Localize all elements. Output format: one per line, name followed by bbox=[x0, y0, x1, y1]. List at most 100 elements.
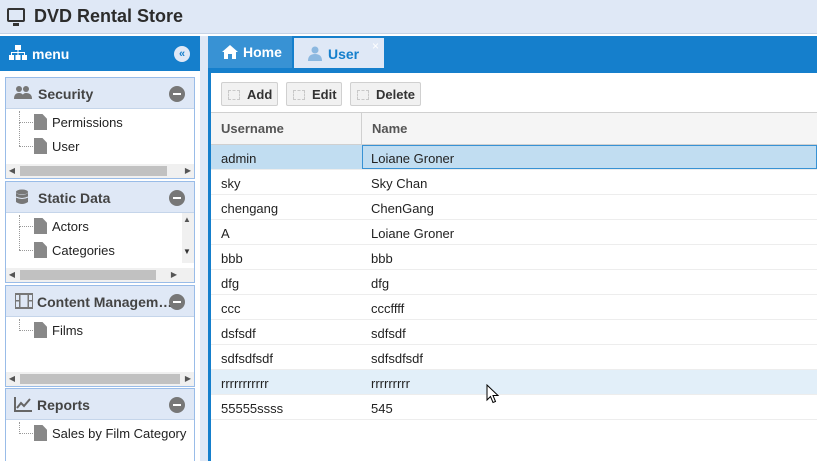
tab-body: Add Edit Delete Username Name admin Loian… bbox=[208, 68, 817, 461]
accordion-reports: Reports Sales by Film Category bbox=[5, 388, 195, 461]
cell-username: rrrrrrrrrrr bbox=[221, 376, 269, 391]
cell-name: bbb bbox=[371, 251, 393, 266]
sitemap-icon bbox=[9, 45, 27, 60]
horizontal-scrollbar[interactable]: ◀ ▶ bbox=[6, 164, 194, 178]
scroll-thumb[interactable] bbox=[20, 166, 167, 176]
table-row[interactable]: sky Sky Chan bbox=[211, 170, 817, 195]
tab-user[interactable]: User × bbox=[294, 36, 384, 68]
table-row[interactable]: rrrrrrrrrrr rrrrrrrrr bbox=[211, 370, 817, 395]
tab-label: Home bbox=[243, 44, 282, 60]
table-row[interactable]: 55555ssss 545 bbox=[211, 395, 817, 420]
scroll-left-icon[interactable]: ◀ bbox=[6, 164, 18, 178]
accordion-title: Security bbox=[38, 86, 94, 102]
cell-name: sdfsdfsdf bbox=[371, 351, 424, 366]
button-label: Delete bbox=[376, 87, 416, 102]
collapse-section-icon[interactable] bbox=[169, 397, 185, 413]
tab-home[interactable]: Home bbox=[208, 36, 292, 68]
tree-item-categories[interactable]: Categories bbox=[6, 227, 186, 261]
collapse-section-icon[interactable] bbox=[169, 190, 185, 206]
delete-button[interactable]: Delete bbox=[350, 82, 421, 106]
title-bar: DVD Rental Store bbox=[0, 0, 817, 34]
cell-username: ccc bbox=[221, 301, 241, 316]
collapse-section-icon[interactable] bbox=[169, 86, 185, 102]
button-label: Add bbox=[247, 87, 273, 102]
table-row[interactable]: bbb bbb bbox=[211, 245, 817, 270]
table-row[interactable]: dsfsdf sdfsdf bbox=[211, 320, 817, 345]
cell-username: bbb bbox=[221, 251, 243, 266]
collapse-menu-button[interactable]: « bbox=[174, 46, 190, 62]
tree-item-user[interactable]: User bbox=[6, 123, 186, 157]
film-icon bbox=[15, 293, 33, 309]
scroll-up-icon[interactable]: ▲ bbox=[183, 215, 191, 224]
column-header-username[interactable]: Username bbox=[211, 113, 362, 145]
table-row[interactable]: sdfsdfsdf sdfsdfsdf bbox=[211, 345, 817, 370]
scroll-down-icon[interactable]: ▼ bbox=[183, 247, 191, 256]
cell-name: ChenGang bbox=[371, 201, 434, 216]
tree-item-permissions[interactable]: Permissions bbox=[6, 111, 186, 133]
tree-item-films[interactable]: Films bbox=[6, 319, 186, 341]
accordion-header-static-data[interactable]: Static Data bbox=[6, 182, 194, 213]
table-row[interactable]: A Loiane Groner bbox=[211, 220, 817, 245]
vertical-scrollbar[interactable]: ▲ ▼ bbox=[182, 213, 194, 263]
monitor-icon bbox=[7, 8, 25, 26]
users-icon bbox=[14, 86, 32, 99]
scroll-thumb[interactable] bbox=[20, 270, 156, 280]
tree-item-label: Categories bbox=[52, 243, 115, 258]
accordion-title: Static Data bbox=[38, 190, 111, 206]
add-button[interactable]: Add bbox=[221, 82, 278, 106]
cell-username: dsfsdf bbox=[221, 326, 256, 341]
tab-bar: Home User × bbox=[208, 36, 817, 68]
mouse-cursor-icon bbox=[486, 384, 500, 404]
table-row[interactable]: chengang ChenGang bbox=[211, 195, 817, 220]
cell-name: dfg bbox=[371, 276, 390, 291]
scroll-thumb[interactable] bbox=[20, 374, 180, 384]
cell-username: sky bbox=[221, 176, 241, 191]
menu-panel: menu « Security Permissions User ◀ ▶ Sta… bbox=[0, 36, 200, 461]
table-row[interactable]: dfg dfg bbox=[211, 270, 817, 295]
cell-username: dfg bbox=[221, 276, 240, 291]
edit-button[interactable]: Edit bbox=[286, 82, 342, 106]
accordion-header-reports[interactable]: Reports bbox=[6, 389, 194, 420]
horizontal-scrollbar[interactable]: ◀ ▶ bbox=[6, 372, 194, 386]
cell-username: chengang bbox=[221, 201, 279, 216]
edit-icon bbox=[293, 90, 305, 100]
close-tab-icon[interactable]: × bbox=[372, 39, 379, 53]
table-row[interactable]: admin Loiane Groner bbox=[211, 145, 817, 170]
cell-name: sdfsdf bbox=[371, 326, 406, 341]
accordion-header-security[interactable]: Security bbox=[6, 78, 194, 109]
cell-name: Loiane Groner bbox=[371, 226, 455, 241]
grid-toolbar: Add Edit Delete bbox=[211, 73, 817, 113]
page-icon bbox=[34, 242, 47, 258]
scroll-right-icon[interactable]: ▶ bbox=[182, 164, 194, 178]
column-header-name[interactable]: Name bbox=[362, 113, 817, 145]
scroll-right-icon[interactable]: ▶ bbox=[168, 268, 180, 282]
delete-icon bbox=[357, 90, 369, 100]
tree-item-label: Permissions bbox=[52, 115, 123, 130]
cell-name: cccffff bbox=[371, 301, 405, 316]
tree-item-label: User bbox=[52, 139, 80, 154]
main-tab-panel: Home User × Add Edit Delete Username Nam… bbox=[208, 36, 817, 461]
tab-label: User bbox=[328, 46, 360, 62]
panel-splitter[interactable] bbox=[200, 36, 208, 461]
home-icon bbox=[222, 45, 238, 59]
tree-item-label: Actors bbox=[52, 219, 89, 234]
table-row[interactable]: ccc cccffff bbox=[211, 295, 817, 320]
page-icon bbox=[34, 218, 47, 234]
app-title: DVD Rental Store bbox=[34, 6, 184, 26]
tree-item-sales-by-film-category[interactable]: Sales by Film Category bbox=[6, 422, 186, 444]
grid-header: Username Name bbox=[211, 113, 817, 145]
scroll-right-icon[interactable]: ▶ bbox=[182, 372, 194, 386]
add-icon bbox=[228, 90, 240, 100]
accordion-title: Content Managem… bbox=[37, 294, 173, 310]
tree-item-actors[interactable]: Actors bbox=[6, 215, 186, 237]
page-icon bbox=[34, 138, 47, 154]
scroll-left-icon[interactable]: ◀ bbox=[6, 372, 18, 386]
user-icon bbox=[308, 46, 322, 61]
cell-name: 545 bbox=[371, 401, 393, 416]
accordion-header-content-management[interactable]: Content Managem… bbox=[6, 286, 194, 317]
horizontal-scrollbar[interactable]: ◀ ▶ bbox=[6, 268, 194, 282]
cell-name: Sky Chan bbox=[371, 176, 428, 191]
collapse-section-icon[interactable] bbox=[169, 294, 185, 310]
menu-title: menu bbox=[32, 46, 70, 62]
scroll-left-icon[interactable]: ◀ bbox=[6, 268, 18, 282]
